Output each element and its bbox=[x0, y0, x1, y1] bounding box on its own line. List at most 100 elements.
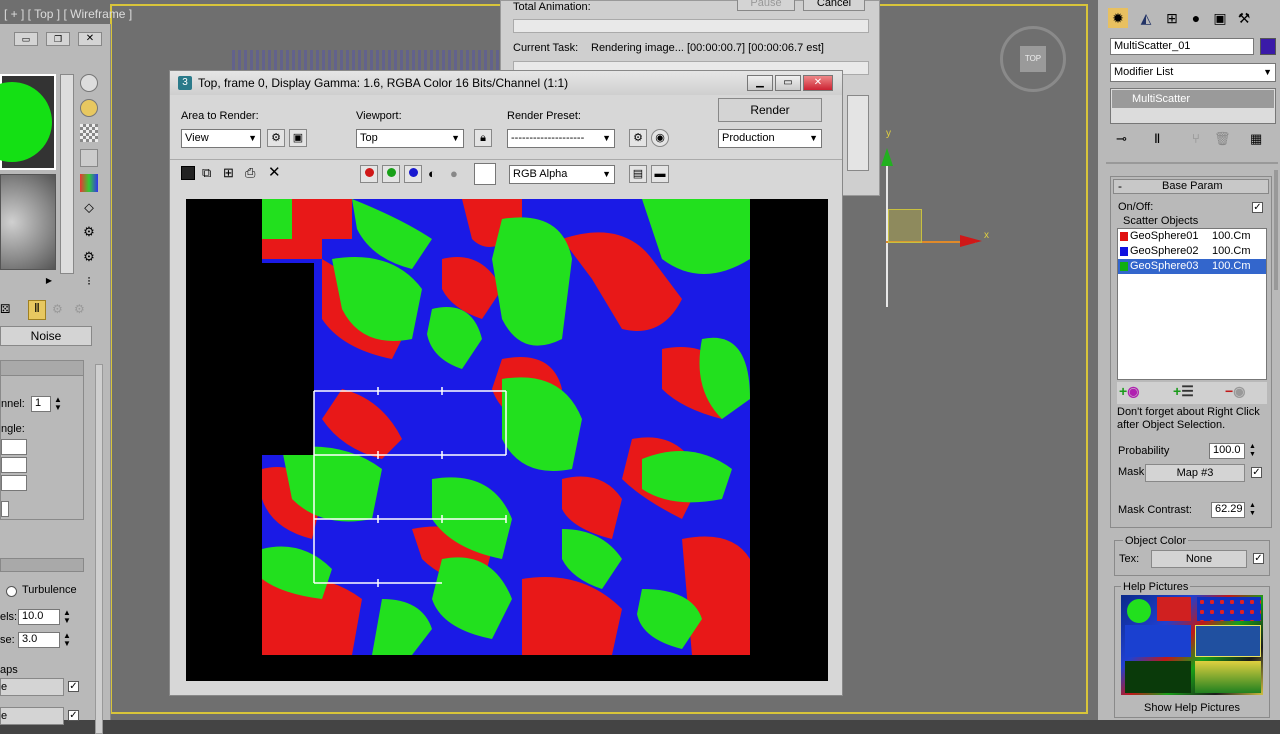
monochrome-icon[interactable]: ● bbox=[450, 166, 458, 181]
pause-button[interactable]: Pause bbox=[737, 0, 795, 11]
configure-sets-icon[interactable]: ▦ bbox=[1250, 131, 1262, 147]
mask-checkbox[interactable]: ✓ bbox=[1251, 467, 1262, 478]
color-swatch[interactable] bbox=[474, 163, 496, 185]
sample-type-icon[interactable] bbox=[80, 74, 98, 92]
display-tab-icon[interactable]: ▣ bbox=[1210, 8, 1230, 28]
show-end-result-icon[interactable]: Ⅱ bbox=[1154, 131, 1160, 147]
backlight-icon[interactable] bbox=[80, 99, 98, 117]
viewport-select[interactable]: Top ▼ bbox=[356, 129, 464, 148]
render-setup-icon[interactable]: ⚙ bbox=[629, 129, 647, 147]
object-name-field[interactable]: MultiScatter_01 bbox=[1110, 38, 1254, 55]
panel-scrollbar[interactable] bbox=[95, 364, 103, 734]
rollout-header[interactable] bbox=[1, 361, 83, 376]
clear-icon[interactable]: ✕ bbox=[268, 163, 281, 181]
motion-tab-icon[interactable]: ● bbox=[1186, 8, 1206, 28]
modify-tab-icon[interactable]: ◭ bbox=[1136, 8, 1156, 28]
frame-maximize-button[interactable]: ▭ bbox=[775, 75, 801, 91]
size-spinner[interactable]: ▲ ▼ bbox=[63, 632, 71, 648]
toggle-ui-overlay-icon[interactable]: ▤ bbox=[629, 165, 647, 183]
pin-stack-icon[interactable]: ⊸ bbox=[1116, 131, 1127, 147]
select-by-material-icon[interactable]: ⚙ bbox=[80, 249, 98, 267]
stack-item-multiscatter[interactable]: MultiScatter bbox=[1112, 90, 1274, 108]
frame-close-button[interactable]: ✕ bbox=[803, 75, 833, 91]
cancel-button[interactable]: Cancel bbox=[803, 0, 865, 11]
map-2-checkbox[interactable]: ✓ bbox=[68, 710, 79, 721]
modifier-list-select[interactable]: Modifier List ▼ bbox=[1110, 63, 1276, 82]
probability-input[interactable]: 100.0 bbox=[1209, 443, 1245, 459]
go-parent-icon[interactable]: ⚙ bbox=[74, 302, 90, 318]
alpha-channel-icon[interactable]: ◐ bbox=[428, 166, 436, 181]
render-button[interactable]: Render bbox=[718, 98, 822, 122]
green-channel-icon[interactable] bbox=[382, 165, 400, 183]
levels-input[interactable]: 10.0 bbox=[18, 609, 60, 625]
probability-spinner[interactable]: ▲ ▼ bbox=[1249, 443, 1256, 459]
minimize-button[interactable]: ▭ bbox=[14, 32, 38, 46]
edit-region-icon[interactable]: ⚙ bbox=[267, 129, 285, 147]
viewport-label[interactable]: [ + ] [ Top ] [ Wireframe ] bbox=[4, 7, 132, 21]
levels-spinner[interactable]: ▲ ▼ bbox=[63, 609, 71, 625]
render-output-image[interactable] bbox=[186, 199, 828, 681]
rollout-header-noise[interactable] bbox=[0, 558, 84, 572]
map-channel-input[interactable]: 1 bbox=[31, 396, 51, 412]
help-pictures-image[interactable] bbox=[1121, 595, 1263, 695]
map-slot-2[interactable]: e bbox=[0, 707, 64, 725]
object-color-swatch[interactable] bbox=[1260, 38, 1276, 55]
add-list-icon[interactable]: +☰ bbox=[1173, 383, 1194, 400]
show-end-result-icon[interactable]: ⚙ bbox=[52, 302, 68, 318]
material-sample-slot-green[interactable] bbox=[0, 74, 56, 170]
toggle-ui-icon[interactable]: ▬ bbox=[651, 165, 669, 183]
tex-map-button[interactable]: None bbox=[1151, 550, 1247, 568]
lock-icon[interactable]: 🔒︎ bbox=[474, 129, 492, 147]
area-to-render-select[interactable]: View ▼ bbox=[181, 129, 261, 148]
tex-checkbox[interactable]: ✓ bbox=[1253, 553, 1264, 564]
make-preview-icon[interactable]: ⬦ bbox=[80, 199, 98, 217]
clone-icon[interactable]: ⊞ bbox=[223, 165, 234, 181]
environment-icon[interactable]: ◉ bbox=[651, 129, 669, 147]
transform-gizmo[interactable]: y x bbox=[881, 128, 996, 310]
show-help-pictures-button[interactable]: Show Help Pictures bbox=[1115, 699, 1269, 717]
material-navigator-icon[interactable]: ⁝ bbox=[80, 274, 98, 292]
show-map-icon[interactable]: Ⅱ bbox=[28, 300, 46, 320]
uv-tiling-icon[interactable] bbox=[80, 149, 98, 167]
video-color-icon[interactable] bbox=[80, 174, 98, 192]
on-off-checkbox[interactable]: ✓ bbox=[1252, 202, 1263, 213]
angle-w-input[interactable] bbox=[1, 475, 27, 491]
render-preset-select[interactable]: -------------------- ▼ bbox=[507, 129, 615, 148]
mask-contrast-input[interactable]: 62.29 bbox=[1211, 502, 1245, 518]
hierarchy-tab-icon[interactable]: ⊞ bbox=[1162, 8, 1182, 28]
command-panel-scrollbar[interactable] bbox=[1274, 170, 1278, 290]
pick-icon[interactable]: ⚄ bbox=[0, 302, 12, 320]
remove-modifier-icon[interactable]: 🗑︎ bbox=[1214, 131, 1231, 147]
sample-scrollbar[interactable] bbox=[60, 74, 74, 274]
scroll-right-arrow[interactable]: ▶ bbox=[42, 276, 56, 288]
viewcube-gizmo[interactable]: TOP bbox=[1000, 26, 1066, 92]
angle-v-input[interactable] bbox=[1, 457, 27, 473]
size-input[interactable]: 3.0 bbox=[18, 632, 60, 648]
mask-contrast-spinner[interactable]: ▲ ▼ bbox=[1249, 502, 1256, 518]
utilities-tab-icon[interactable]: ⚒ bbox=[1234, 8, 1254, 28]
restore-button[interactable]: ❐ bbox=[46, 32, 70, 46]
red-channel-icon[interactable] bbox=[360, 165, 378, 183]
map-slot-1[interactable]: e bbox=[0, 678, 64, 696]
turbulence-radio[interactable] bbox=[6, 586, 17, 597]
auto-region-icon[interactable]: ▣ bbox=[289, 129, 307, 147]
scatter-object-row[interactable]: GeoSphere01 100.Cm bbox=[1118, 229, 1266, 244]
scatter-object-row-selected[interactable]: GeoSphere03 100.Cm bbox=[1118, 259, 1266, 274]
noise-map-button[interactable]: Noise bbox=[0, 326, 92, 346]
viewcube-face[interactable]: TOP bbox=[1020, 46, 1046, 72]
map-1-checkbox[interactable]: ✓ bbox=[68, 681, 79, 692]
background-checker-icon[interactable] bbox=[80, 124, 98, 142]
save-icon[interactable] bbox=[181, 166, 195, 180]
mask-map-button[interactable]: Map #3 bbox=[1145, 464, 1245, 482]
production-select[interactable]: Production ▼ bbox=[718, 129, 822, 148]
copy-icon[interactable]: ⧉ bbox=[202, 165, 211, 181]
options-icon[interactable]: ⚙ bbox=[80, 224, 98, 242]
blue-channel-icon[interactable] bbox=[404, 165, 422, 183]
close-button[interactable]: ✕ bbox=[78, 32, 102, 46]
rollout-title-bar[interactable]: - Base Param bbox=[1113, 179, 1269, 194]
spinner[interactable]: ▲ ▼ bbox=[54, 396, 62, 412]
frame-titlebar[interactable]: 3 Top, frame 0, Display Gamma: 1.6, RGBA… bbox=[170, 71, 842, 95]
frame-minimize-button[interactable]: ▁ bbox=[747, 75, 773, 91]
make-unique-icon[interactable]: ⑂ bbox=[1192, 131, 1200, 146]
create-tab-icon[interactable]: ✹ bbox=[1108, 8, 1128, 28]
